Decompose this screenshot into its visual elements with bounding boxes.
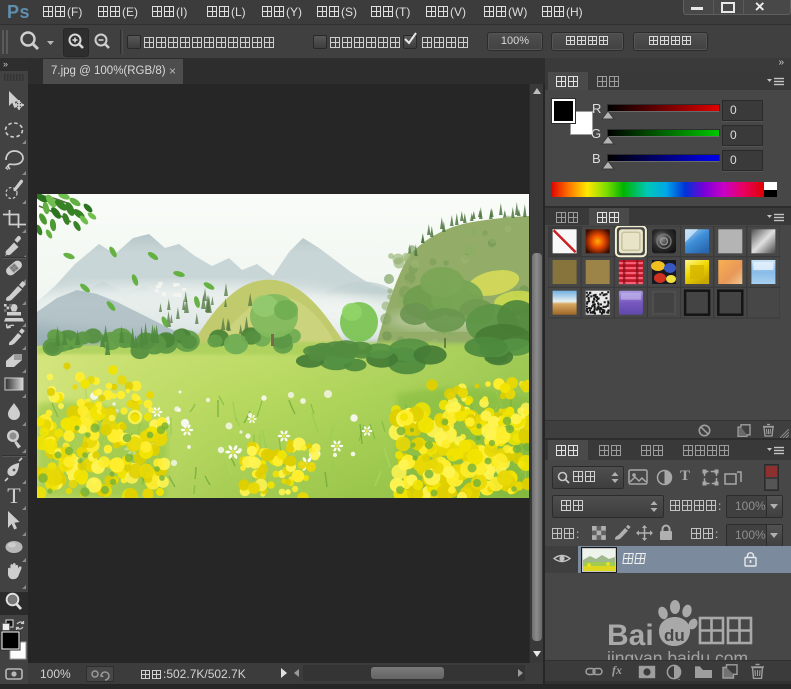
svg-text:du: du (664, 626, 685, 645)
svg-text:T: T (7, 483, 21, 508)
